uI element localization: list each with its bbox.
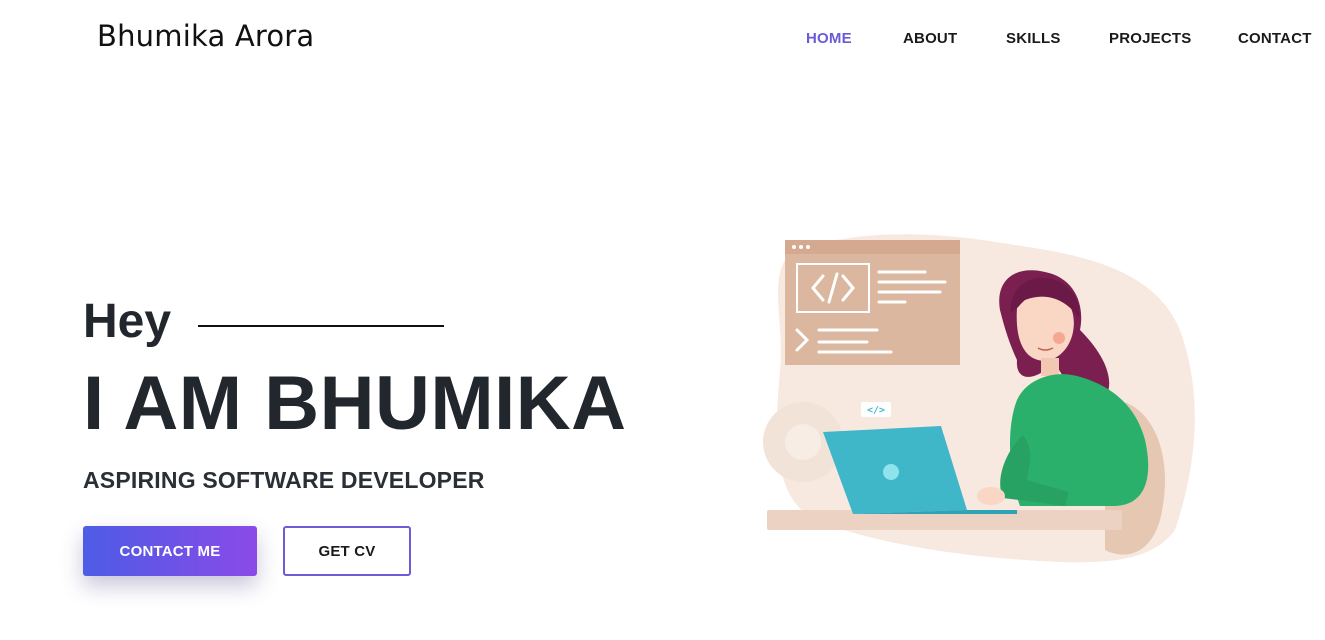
code-tag-label: </>: [867, 405, 885, 416]
contact-me-button[interactable]: CONTACT ME: [83, 526, 257, 576]
hero-greeting: Hey: [83, 295, 172, 348]
hero-title: I AM BHUMIKA: [83, 361, 627, 446]
nav-projects[interactable]: PROJECTS: [1109, 30, 1191, 47]
main-nav: HOME ABOUT SKILLS PROJECTS CONTACT: [0, 30, 1325, 50]
code-tag-icon: </>: [861, 402, 891, 417]
greeting-divider: [198, 325, 444, 327]
nav-contact[interactable]: CONTACT: [1238, 30, 1312, 47]
code-window: [785, 240, 960, 365]
developer-illustration: </>: [763, 234, 1195, 563]
hero-subtitle: ASPIRING SOFTWARE DEVELOPER: [83, 467, 485, 493]
get-cv-button[interactable]: GET CV: [283, 526, 411, 576]
nav-home[interactable]: HOME: [806, 30, 852, 47]
nav-skills[interactable]: SKILLS: [1006, 30, 1061, 47]
nav-about[interactable]: ABOUT: [903, 30, 957, 47]
